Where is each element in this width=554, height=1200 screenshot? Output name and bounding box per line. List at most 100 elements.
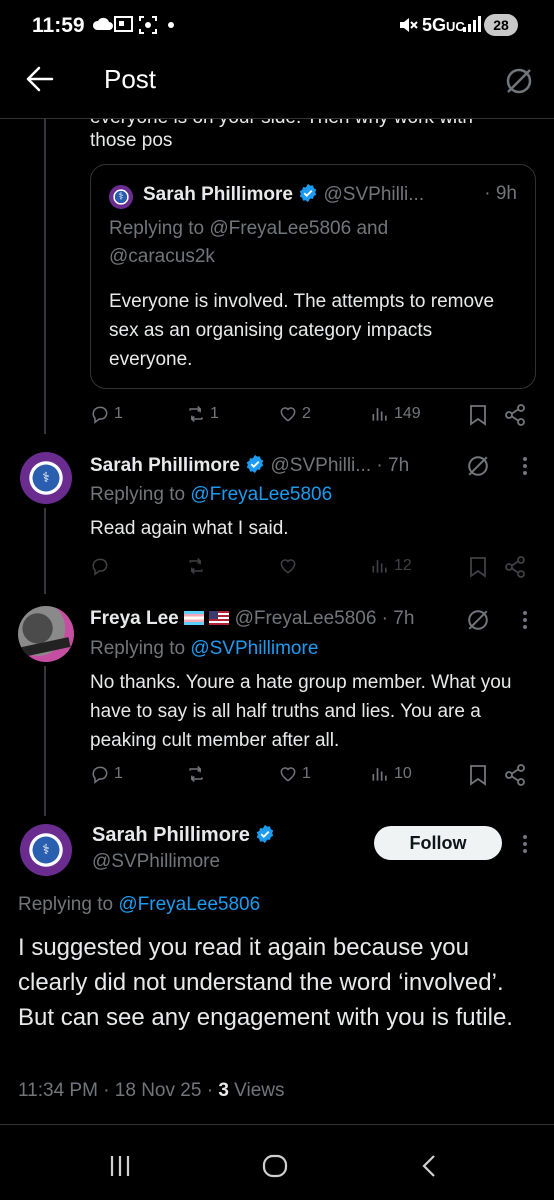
avatar bbox=[18, 606, 74, 662]
reply-button[interactable] bbox=[90, 556, 110, 576]
back-arrow-icon[interactable] bbox=[26, 66, 54, 97]
replying-to: Replying to @FreyaLee5806 bbox=[90, 484, 333, 505]
trans-flag-icon bbox=[184, 611, 205, 625]
action-bar: 1 1 2 149 bbox=[90, 404, 530, 430]
reply-button[interactable]: 1 bbox=[90, 404, 123, 424]
status-time: 11:59 bbox=[32, 14, 85, 37]
reply-icon bbox=[92, 766, 108, 784]
more-options-icon[interactable] bbox=[522, 610, 528, 635]
like-button[interactable]: 1 bbox=[278, 764, 311, 784]
home-icon[interactable] bbox=[262, 1154, 288, 1183]
author-block[interactable]: Sarah Phillimore @SVPhillimore bbox=[92, 824, 275, 873]
post-timestamp: 11:34 PM · 18 Nov 25 · bbox=[18, 1080, 219, 1101]
top-bar: Post bbox=[0, 52, 554, 110]
author-handle: @FreyaLee5806 · 7h bbox=[234, 608, 415, 629]
gallery-icon bbox=[114, 15, 134, 38]
views-button[interactable]: 149 bbox=[370, 404, 421, 424]
page-title: Post bbox=[104, 64, 157, 94]
share-icon[interactable] bbox=[504, 404, 526, 431]
reply-text: No thanks. Youre a hate group member. Wh… bbox=[90, 672, 512, 751]
reply-icon bbox=[92, 558, 108, 576]
system-nav-bar bbox=[0, 1130, 554, 1200]
grok-icon[interactable] bbox=[504, 66, 534, 101]
author-handle: @SVPhillimore bbox=[92, 851, 221, 872]
verified-badge-icon bbox=[257, 824, 274, 844]
mention-link[interactable]: @SVPhillimore bbox=[190, 638, 318, 659]
share-icon[interactable] bbox=[504, 556, 526, 583]
follow-button[interactable]: Follow bbox=[374, 826, 502, 860]
thread-line bbox=[44, 119, 46, 434]
reply-button[interactable]: 1 bbox=[90, 764, 123, 784]
author-name: Sarah Phillimore bbox=[92, 824, 250, 846]
action-bar: 1 1 10 bbox=[90, 764, 530, 790]
reply-header: Sarah Phillimore @SVPhilli... · 7h bbox=[90, 454, 409, 477]
bookmark-icon[interactable] bbox=[468, 764, 488, 791]
quote-card[interactable]: ⚕ Sarah Phillimore @SVPhilli... · 9h Rep… bbox=[90, 164, 536, 389]
like-button[interactable] bbox=[278, 556, 298, 576]
avatar[interactable]: ⚕ bbox=[20, 824, 72, 876]
signal-icon bbox=[462, 16, 482, 37]
grok-icon[interactable] bbox=[466, 454, 490, 483]
views-button[interactable]: 10 bbox=[370, 764, 412, 784]
repost-button[interactable] bbox=[186, 764, 206, 784]
battery-level: 28 bbox=[493, 17, 509, 33]
like-button[interactable]: 2 bbox=[278, 404, 311, 424]
dot-icon bbox=[168, 22, 174, 28]
grok-icon[interactable] bbox=[466, 608, 490, 637]
avatar: ⚕ bbox=[109, 185, 133, 209]
more-options-icon[interactable] bbox=[522, 456, 528, 481]
verified-badge-icon bbox=[246, 454, 264, 474]
views-icon bbox=[372, 408, 387, 421]
author-name: Freya Lee bbox=[90, 608, 179, 629]
reply-2[interactable]: Freya Lee @FreyaLee5806 · 7h Replying to… bbox=[0, 596, 554, 816]
divider bbox=[0, 1124, 554, 1125]
partial-tweet-text: those pos bbox=[90, 130, 173, 151]
replying-to: Replying to @FreyaLee5806 and @caracus2k bbox=[109, 218, 389, 267]
heart-icon bbox=[280, 559, 296, 574]
reply-text: Read again what I said. bbox=[90, 518, 289, 539]
us-flag-icon bbox=[209, 611, 230, 625]
thread-line bbox=[44, 508, 46, 594]
verified-badge-icon bbox=[299, 183, 317, 203]
views-icon bbox=[372, 768, 387, 781]
views-count: 3 bbox=[218, 1080, 229, 1101]
repost-icon bbox=[189, 557, 203, 575]
network-label: 5GUC bbox=[422, 15, 465, 35]
status-bar: 11:59 5GUC 28 bbox=[0, 0, 554, 52]
cloud-icon bbox=[92, 16, 114, 37]
repost-icon bbox=[189, 765, 203, 783]
more-options-icon[interactable] bbox=[522, 834, 528, 859]
reply-icon bbox=[92, 406, 108, 424]
repost-button[interactable]: 1 bbox=[186, 404, 219, 424]
action-bar: 12 bbox=[90, 556, 530, 582]
quote-header: Sarah Phillimore @SVPhilli... bbox=[143, 183, 424, 206]
screenshot-icon bbox=[138, 15, 158, 40]
repost-button[interactable] bbox=[186, 556, 206, 576]
share-icon[interactable] bbox=[504, 764, 526, 791]
post-meta: 11:34 PM · 18 Nov 25 · 3 Views bbox=[18, 1080, 285, 1102]
back-icon[interactable] bbox=[420, 1154, 438, 1183]
reply-1[interactable]: ⚕ Sarah Phillimore @SVPhilli... · 7h Rep… bbox=[0, 444, 554, 594]
battery-icon: 28 bbox=[484, 14, 518, 36]
reply-header: Freya Lee @FreyaLee5806 · 7h bbox=[90, 608, 414, 630]
mention-link[interactable]: @FreyaLee5806 bbox=[190, 484, 332, 505]
mute-icon bbox=[398, 16, 418, 39]
bookmark-icon[interactable] bbox=[468, 404, 488, 431]
views-button[interactable]: 12 bbox=[370, 556, 412, 576]
post-text: I suggested you read it again because yo… bbox=[18, 934, 513, 1031]
views-icon bbox=[372, 560, 387, 573]
author-name: Sarah Phillimore bbox=[90, 455, 240, 476]
views-label: Views bbox=[234, 1080, 285, 1101]
thread-line bbox=[44, 666, 46, 816]
replying-to: Replying to @SVPhillimore bbox=[90, 638, 319, 659]
recent-apps-icon[interactable] bbox=[108, 1154, 132, 1183]
heart-icon bbox=[280, 407, 296, 422]
bookmark-icon[interactable] bbox=[468, 556, 488, 583]
mention-link[interactable]: @FreyaLee5806 bbox=[118, 894, 260, 915]
author-handle: @SVPhilli... bbox=[323, 184, 425, 205]
avatar: ⚕ bbox=[20, 452, 72, 504]
quote-text: Everyone is involved. The attempts to re… bbox=[109, 291, 495, 370]
post-time: · 7h bbox=[376, 455, 410, 476]
replying-to: Replying to @FreyaLee5806 bbox=[18, 894, 261, 915]
author-handle: @SVPhilli... bbox=[270, 455, 372, 476]
